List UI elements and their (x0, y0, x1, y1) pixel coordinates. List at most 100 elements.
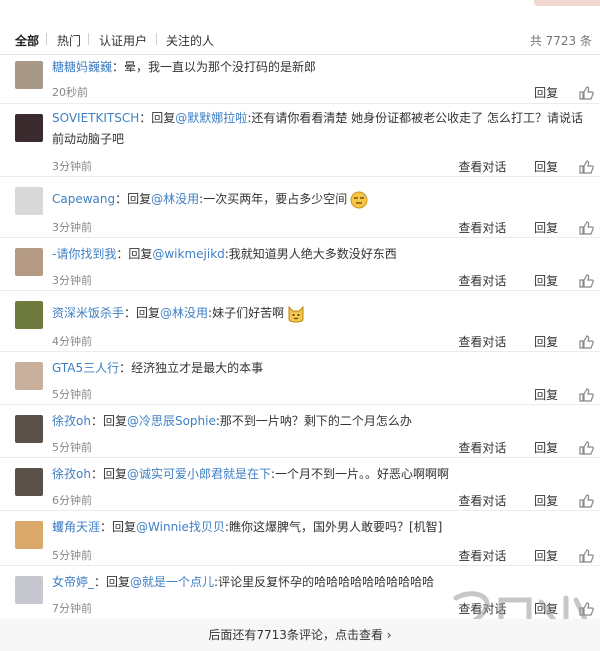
avatar[interactable] (15, 415, 43, 443)
like-icon[interactable] (578, 387, 594, 403)
reply-mention[interactable]: @Winnie找贝贝 (136, 520, 225, 534)
avatar[interactable] (15, 468, 43, 496)
like-icon[interactable] (578, 220, 594, 236)
avatar[interactable] (15, 248, 43, 276)
comment-body: ：经济独立才是最大的本事 (119, 361, 264, 375)
filter-all[interactable]: 全部 (15, 32, 39, 49)
comment-item: -请你找到我：回复@wikmejikd:我就知道男人绝大多数没好东西 3分钟前 … (0, 238, 600, 291)
comment-item: 徐孜oh：回复@诚实可爱小郎君就是在下:一个月不到一片。。好恶心啊啊啊 6分钟前… (0, 458, 600, 511)
filter-divider (156, 33, 157, 45)
like-icon[interactable] (578, 334, 594, 350)
comment-item: SOVIETKITSCH：回复@默默娜拉啦:还有请你看看清楚 她身份证都被老公收… (0, 104, 600, 177)
view-conversation-link[interactable]: 查看对话 (458, 439, 506, 456)
comment-text: SOVIETKITSCH：回复@默默娜拉啦:还有请你看看清楚 她身份证都被老公收… (52, 108, 586, 150)
reply-link[interactable]: 回复 (534, 272, 558, 289)
reply-mention[interactable]: @wikmejikd (152, 247, 224, 261)
comment-text: 徐孜oh：回复@诚实可爱小郎君就是在下:一个月不到一片。。好恶心啊啊啊 (52, 464, 586, 485)
comment-actions: 查看对话 回复 (458, 333, 594, 349)
comment-text: 徐孜oh：回复@冷思辰Sophie:那不到一片呐？剩下的二个月怎么办 (52, 411, 586, 432)
like-icon[interactable] (578, 85, 594, 101)
like-icon[interactable] (578, 548, 594, 564)
like-icon[interactable] (578, 273, 594, 289)
reply-prefix: ：回复 (139, 111, 176, 125)
comment-time: 3分钟前 (52, 274, 92, 287)
comment-username[interactable]: 糖糖妈巍巍 (52, 60, 112, 74)
reply-mention[interactable]: @林没用 (151, 192, 199, 206)
comment-text: -请你找到我：回复@wikmejikd:我就知道男人绝大多数没好东西 (52, 244, 586, 265)
comment-text: GTA5三人行：经济独立才是最大的本事 (52, 358, 586, 379)
comment-text: 糖糖妈巍巍：晕，我一直以为那个没打码的是新郎 (52, 57, 586, 78)
reply-link[interactable]: 回复 (534, 547, 558, 564)
comment-body: :那不到一片呐？剩下的二个月怎么办 (215, 414, 412, 428)
comment-item: GTA5三人行：经济独立才是最大的本事 5分钟前 回复 (0, 352, 600, 405)
like-icon[interactable] (578, 440, 594, 456)
comment-username[interactable]: 资深米饭杀手 (52, 306, 124, 320)
reply-mention[interactable]: @诚实可爱小郎君就是在下 (127, 467, 271, 481)
view-conversation-link[interactable]: 查看对话 (458, 272, 506, 289)
comment-time: 5分钟前 (52, 388, 92, 401)
filter-hot[interactable]: 热门 (57, 32, 81, 49)
like-icon[interactable] (578, 493, 594, 509)
filter-following[interactable]: 关注的人 (166, 32, 214, 49)
comment-username[interactable]: 女帝婷_ (52, 575, 94, 589)
sweat-emoji-icon (349, 191, 369, 209)
avatar[interactable] (15, 301, 43, 329)
filter-verified[interactable]: 认证用户 (99, 32, 147, 49)
avatar[interactable] (15, 521, 43, 549)
comment-item: Capewang：回复@林没用:一次买两年，要占多少空间 3分钟前 查看对话 回… (0, 177, 600, 238)
comment-time: 7分钟前 (52, 602, 92, 615)
view-conversation-link[interactable]: 查看对话 (458, 158, 506, 175)
comment-body: ：晕，我一直以为那个没打码的是新郎 (112, 60, 317, 74)
reply-mention[interactable]: @林没用 (160, 306, 208, 320)
reply-mention[interactable]: @默默娜拉啦 (175, 111, 247, 125)
comment-username[interactable]: 徐孜oh (52, 467, 91, 481)
top-strip (0, 0, 600, 22)
avatar[interactable] (15, 114, 43, 142)
more-comments-link[interactable]: 后面还有7713条评论，点击查看 › (0, 619, 600, 651)
view-conversation-link[interactable]: 查看对话 (458, 219, 506, 236)
view-conversation-link[interactable]: 查看对话 (458, 547, 506, 564)
reply-mention[interactable]: @冷思辰Sophie (127, 414, 216, 428)
reply-mention[interactable]: @就是一个点儿 (130, 575, 214, 589)
comment-time: 4分钟前 (52, 335, 92, 348)
avatar[interactable] (15, 61, 43, 89)
comment-username[interactable]: Capewang (52, 192, 115, 206)
reply-prefix: ：回复 (90, 414, 127, 428)
comment-actions: 查看对话 回复 (458, 158, 594, 174)
view-conversation-link[interactable]: 查看对话 (458, 333, 506, 350)
comment-username[interactable]: -请你找到我 (52, 247, 116, 261)
view-conversation-link[interactable]: 查看对话 (458, 492, 506, 509)
comment-username[interactable]: 徐孜oh (52, 414, 91, 428)
avatar[interactable] (15, 187, 43, 215)
comment-username[interactable]: SOVIETKITSCH (52, 111, 139, 125)
avatar[interactable] (15, 362, 43, 390)
comment-username[interactable]: GTA5三人行 (52, 361, 119, 375)
comment-actions: 回复 (534, 386, 594, 402)
comment-time: 20秒前 (52, 86, 88, 99)
reply-prefix: ：回复 (100, 520, 137, 534)
avatar[interactable] (15, 576, 43, 604)
reply-link[interactable]: 回复 (534, 386, 558, 403)
reply-link[interactable]: 回复 (534, 219, 558, 236)
comment-username[interactable]: 蠼角天涯 (52, 520, 100, 534)
comment-filter-bar: 全部 热门 认证用户 关注的人 共 7723 条 (0, 24, 600, 55)
comment-actions: 查看对话 回复 (458, 547, 594, 563)
reply-link[interactable]: 回复 (534, 492, 558, 509)
comment-text: 蠼角天涯：回复@Winnie找贝贝:瞧你这爆脾气，国外男人敢要吗？[机智] (52, 517, 586, 538)
chevron-right-icon: › (386, 628, 392, 642)
reply-link[interactable]: 回复 (534, 84, 558, 101)
reply-prefix: ：回复 (116, 247, 153, 261)
reply-link[interactable]: 回复 (534, 333, 558, 350)
reply-link[interactable]: 回复 (534, 158, 558, 175)
comment-actions: 查看对话 回复 (458, 492, 594, 508)
reply-link[interactable]: 回复 (534, 439, 558, 456)
comment-body: :我就知道男人绝大多数没好东西 (224, 247, 397, 261)
comment-item: 糖糖妈巍巍：晕，我一直以为那个没打码的是新郎 20秒前 回复 (0, 55, 600, 104)
comment-body: :一次买两年，要占多少空间 (199, 192, 348, 206)
reply-prefix: ：回复 (115, 192, 152, 206)
comment-time: 5分钟前 (52, 549, 92, 562)
comment-actions: 查看对话 回复 (458, 219, 594, 235)
like-icon[interactable] (578, 159, 594, 175)
comment-item: 徐孜oh：回复@冷思辰Sophie:那不到一片呐？剩下的二个月怎么办 5分钟前 … (0, 405, 600, 458)
comment-time: 3分钟前 (52, 160, 92, 173)
